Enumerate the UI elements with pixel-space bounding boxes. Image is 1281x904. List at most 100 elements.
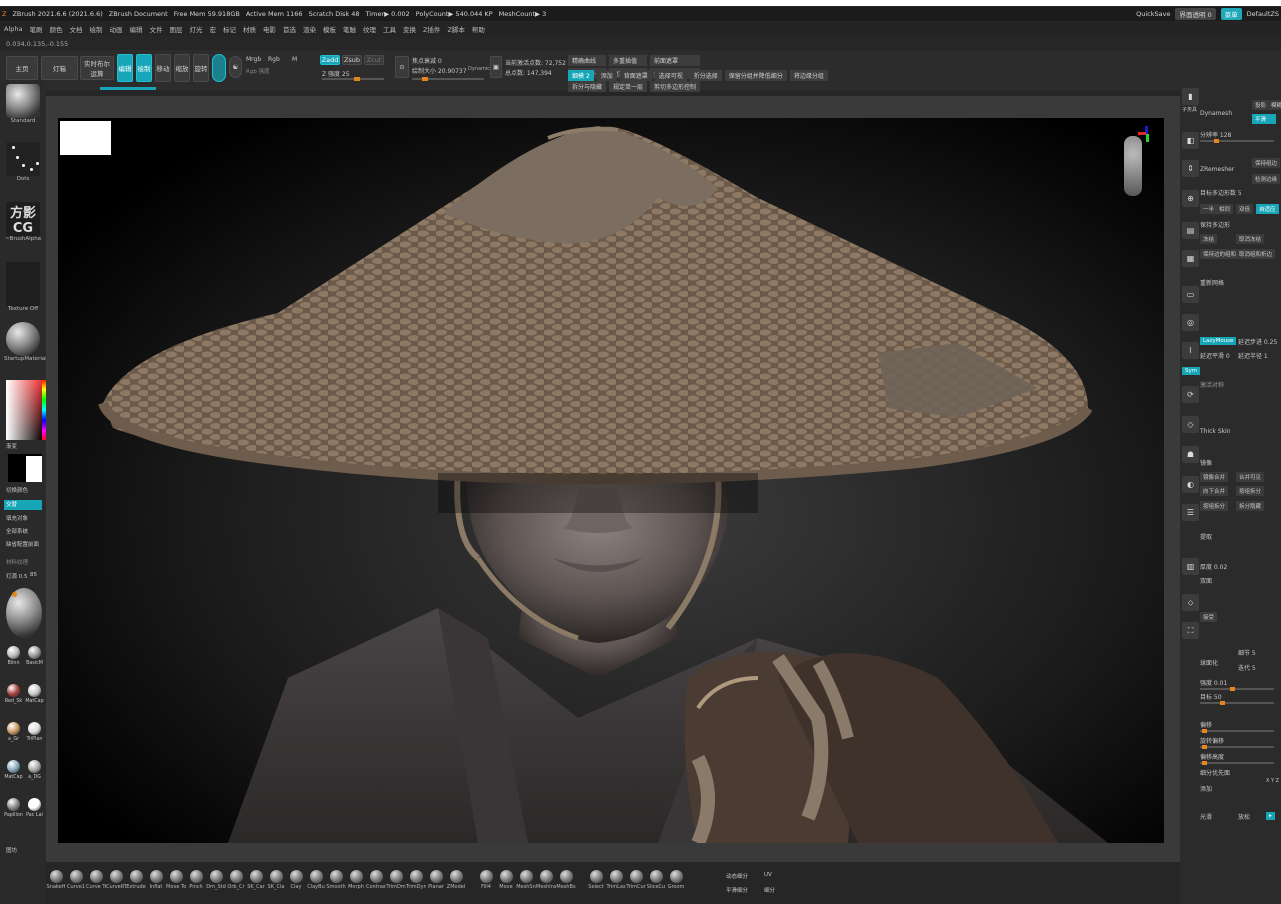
- toolbar-option[interactable]: 拆分与隐藏: [568, 81, 607, 92]
- blur-button[interactable]: 模糊: [1268, 100, 1281, 110]
- brush-item[interactable]: CurveRTri: [106, 870, 126, 890]
- zsub-button[interactable]: Zsub: [342, 55, 362, 65]
- draw-size-slider[interactable]: [412, 77, 484, 81]
- weld-button[interactable]: 镜像合并: [1200, 472, 1229, 482]
- brush-item[interactable]: Morph: [346, 870, 366, 890]
- material-thumb[interactable]: Papillon: [4, 798, 23, 836]
- menu-item[interactable]: Alpha: [4, 25, 22, 33]
- deform-offset-slider[interactable]: [1200, 729, 1274, 733]
- smooth-toggle[interactable]: 平滑: [1252, 114, 1276, 124]
- deform-rotate-slider[interactable]: [1200, 745, 1274, 749]
- toolbar-option[interactable]: 细模 2: [568, 70, 594, 81]
- brush-item[interactable]: TrimDm: [386, 870, 406, 890]
- move-button[interactable]: 移动: [155, 54, 171, 82]
- keep-creases-label[interactable]: 保持多边形: [1200, 220, 1230, 229]
- draw-pf-icon[interactable]: ⬦: [1182, 594, 1199, 611]
- keep-groups-button[interactable]: 保持组边: [1252, 158, 1281, 168]
- menu-item[interactable]: 电影: [263, 24, 276, 34]
- lazy-radius-label[interactable]: 延迟半径 1: [1238, 351, 1268, 360]
- zcut-button[interactable]: Zcut: [364, 55, 384, 65]
- home-button[interactable]: 主页: [6, 56, 38, 80]
- texture-slot[interactable]: Texture Off: [4, 262, 42, 312]
- stroke-slot[interactable]: Dots: [4, 142, 42, 182]
- solo-icon[interactable]: ◐: [1182, 476, 1199, 493]
- actual-icon[interactable]: ▤: [1182, 222, 1199, 239]
- brush-item[interactable]: SK_Cla: [266, 870, 286, 890]
- menu-item[interactable]: Z插件: [423, 24, 440, 34]
- adapt-button[interactable]: 自适应: [1256, 204, 1279, 214]
- rgb-label[interactable]: Rgb: [268, 56, 280, 63]
- brush-item[interactable]: Orb_Cr: [226, 870, 246, 890]
- zadd-button[interactable]: Zadd: [320, 55, 340, 65]
- sym-toggle[interactable]: Sym: [1182, 367, 1201, 375]
- light-dot-icon[interactable]: [12, 592, 17, 597]
- toolbar-option[interactable]: 剪切多边形控制: [650, 81, 701, 92]
- menu-item[interactable]: 图层: [169, 24, 182, 34]
- relax-row-label[interactable]: 放松: [1238, 812, 1250, 821]
- brush-item[interactable]: Dm_Std: [206, 870, 226, 890]
- brush-item[interactable]: Planar: [426, 870, 446, 890]
- brush-item[interactable]: Groom: [666, 870, 686, 890]
- resolution-label[interactable]: 分辨率 128: [1200, 130, 1231, 139]
- edit-button[interactable]: 编辑: [117, 54, 133, 82]
- xyz-label[interactable]: X Y Z: [1266, 778, 1279, 784]
- brush-item[interactable]: Inflat: [146, 870, 166, 890]
- material-thumb[interactable]: a_Gr: [4, 722, 23, 760]
- subtool-icon[interactable]: ▮: [1182, 88, 1199, 105]
- lazymouse-toggle[interactable]: LazyMouse: [1200, 337, 1237, 345]
- frame-icon[interactable]: ⛶: [1182, 622, 1199, 639]
- fill-all-button[interactable]: 全部系统: [6, 527, 28, 535]
- mrgb-label[interactable]: Mrgb: [246, 56, 261, 63]
- intensity-label[interactable]: 灯源 0.5: [6, 572, 28, 580]
- deform-height-label[interactable]: 偏移高度: [1200, 752, 1224, 761]
- side-toggle[interactable]: ▸: [1266, 812, 1275, 820]
- brush-item[interactable]: MeshSn: [516, 870, 536, 890]
- script-button[interactable]: DefaultZS: [1247, 10, 1279, 18]
- brush-item[interactable]: TrimCur: [626, 870, 646, 890]
- menu-item[interactable]: 材质: [243, 24, 256, 34]
- scroll-icon[interactable]: ⇕: [1182, 160, 1199, 177]
- menu-item[interactable]: 文档: [69, 24, 82, 34]
- toolbar-option[interactable]: 添加: [596, 70, 617, 81]
- brush-item[interactable]: MeshBs: [556, 870, 576, 890]
- uv-label[interactable]: UV: [764, 872, 772, 878]
- brush-item[interactable]: ZModel: [446, 870, 466, 890]
- brush-item[interactable]: Fill4: [476, 870, 496, 890]
- split-groups-button[interactable]: 按组拆分: [1236, 486, 1265, 496]
- toolbar-option[interactable]: 规定单一层: [609, 81, 648, 92]
- brush-item[interactable]: ClayBu: [306, 870, 326, 890]
- brush-item[interactable]: Select: [586, 870, 606, 890]
- dynamic-toggle[interactable]: Dynamic: [468, 66, 490, 72]
- brush-item[interactable]: SnakeH: [46, 870, 66, 890]
- rgb-intensity-label[interactable]: Rgb 强度: [246, 67, 270, 75]
- resolution-slider[interactable]: [1200, 139, 1274, 143]
- brush-item[interactable]: MeshIns: [536, 870, 556, 890]
- merge-all-button[interactable]: 合并可见: [1236, 472, 1265, 482]
- smooth-row-label[interactable]: 光滑: [1200, 812, 1212, 821]
- alternate-button[interactable]: 交替: [4, 500, 42, 510]
- menu-item[interactable]: 渲染: [303, 24, 316, 34]
- lazy-smooth-label[interactable]: 延迟平滑 0: [1200, 351, 1230, 360]
- material-thumb[interactable]: MatCap: [4, 760, 23, 798]
- accept-button[interactable]: 接受: [1200, 612, 1218, 622]
- material-thumb[interactable]: BasicM: [25, 646, 44, 684]
- yin-yang-icon[interactable]: ☯: [229, 56, 242, 78]
- focal-shift-label[interactable]: 焦点衰减 0: [412, 56, 442, 65]
- dynamic-detail-label[interactable]: 动态细分: [726, 872, 748, 880]
- material-thumb[interactable]: Red_Sk: [4, 684, 23, 722]
- target-slider[interactable]: [1200, 701, 1274, 705]
- split-unmasked-button[interactable]: 按组拆分: [1200, 501, 1229, 511]
- color-swatch[interactable]: [8, 454, 42, 482]
- floor-icon[interactable]: ▭: [1182, 286, 1199, 303]
- draw-button[interactable]: 绘制: [136, 54, 152, 82]
- subdiv-label[interactable]: 细分: [764, 886, 775, 894]
- transparency-slider[interactable]: 界面透明 0: [1175, 8, 1216, 20]
- brush-item[interactable]: TrimDyn: [406, 870, 426, 890]
- menu-button[interactable]: 菜单: [1220, 8, 1242, 20]
- brush-item[interactable]: Move To: [166, 870, 186, 890]
- dynamesh-label[interactable]: Dynamesh: [1200, 110, 1232, 117]
- brush-item[interactable]: SK_Car: [246, 870, 266, 890]
- toolbar-option[interactable]: 背面遮罩: [619, 70, 652, 81]
- shell-thickness-label[interactable]: 厚度 0.02: [1200, 562, 1227, 571]
- draw-size-label[interactable]: 绘制大小 20.90737: [412, 66, 467, 75]
